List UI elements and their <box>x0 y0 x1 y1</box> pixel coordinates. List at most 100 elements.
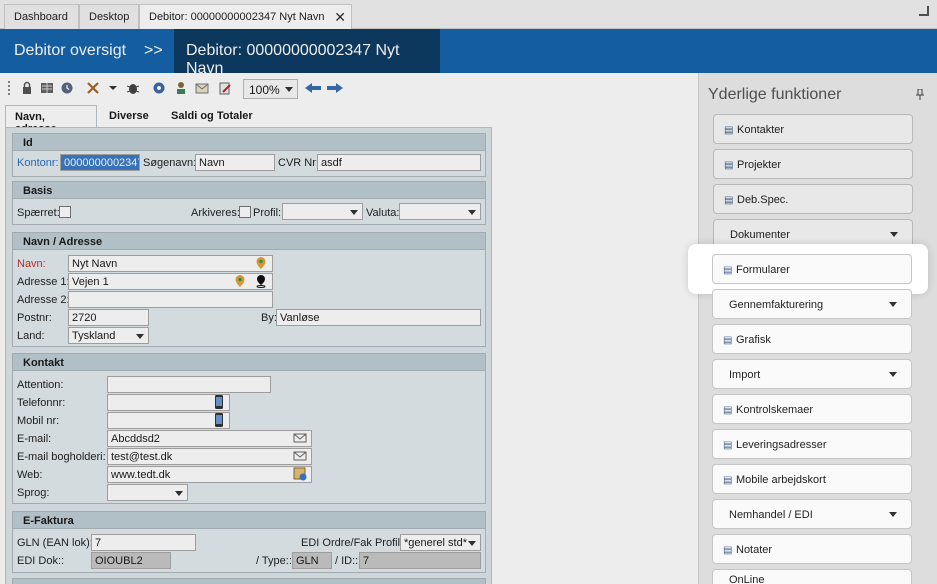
land-select[interactable]: Tyskland <box>68 327 149 344</box>
notater-button[interactable]: ▤ Notater <box>712 534 912 564</box>
by-label: By: <box>261 312 277 324</box>
arrow-left-icon[interactable] <box>304 81 322 98</box>
kontrolskemaer-button[interactable]: ▤ Kontrolskemaer <box>712 394 912 424</box>
document-icon: ▤ <box>723 545 733 556</box>
by-field[interactable]: Vanløse <box>276 309 481 326</box>
button-label: Projekter <box>737 159 782 171</box>
edi-profil-select[interactable]: *generel std* <box>400 534 481 551</box>
section-title: Id <box>13 134 485 151</box>
attention-field[interactable] <box>107 376 271 393</box>
formularer-button[interactable]: ▤ Formularer <box>712 254 912 284</box>
email-field[interactable]: Abcddsd2 <box>107 430 312 447</box>
soegenavn-field[interactable]: Navn <box>195 154 275 171</box>
attention-label: Attention: <box>17 379 64 391</box>
form-area: Id Kontonr: 0000000002347 Søgenavn: Navn… <box>5 127 492 584</box>
kontonr-field[interactable]: 0000000002347 <box>60 154 140 171</box>
projekter-button[interactable]: ▤ Projekter <box>713 149 913 179</box>
zoom-select[interactable]: 100% <box>243 79 298 99</box>
mail-icon[interactable] <box>293 431 307 445</box>
import-dropdown[interactable]: Import <box>712 359 912 389</box>
navn-field[interactable]: Nyt Navn <box>68 255 273 272</box>
online-dropdown[interactable]: OnLine <box>712 569 912 584</box>
grafisk-button[interactable]: ▤ Grafisk <box>712 324 912 354</box>
valuta-select[interactable] <box>399 203 481 220</box>
breadcrumb-separator: >> <box>144 42 163 59</box>
chevron-down-icon <box>889 512 897 517</box>
document-icon: ▤ <box>724 125 734 136</box>
close-icon[interactable]: ✕ <box>334 9 346 26</box>
mail-icon[interactable] <box>195 81 209 95</box>
phone-icon[interactable] <box>212 395 226 409</box>
postnr-field[interactable]: 2720 <box>68 309 149 326</box>
document-icon: ▤ <box>724 195 734 206</box>
spaerret-label: Spærret: <box>17 207 60 219</box>
lock-icon[interactable] <box>20 81 34 95</box>
telefon-label: Telefonnr: <box>17 397 66 409</box>
arrow-right-icon[interactable] <box>326 81 344 98</box>
breadcrumb: Debitor oversigt >> Debitor: 00000000002… <box>0 29 937 77</box>
bug-icon[interactable] <box>126 81 140 95</box>
adresse2-field[interactable] <box>68 291 273 308</box>
mobile-arbejdskort-button[interactable]: ▤ Mobile arbejdskort <box>712 464 912 494</box>
collapse-icon[interactable] <box>919 6 929 16</box>
settings-icon[interactable] <box>152 81 166 95</box>
kontakter-button[interactable]: ▤ Kontakter <box>713 114 913 144</box>
gln-label: GLN (EAN lok): <box>17 537 93 549</box>
section-adresse: Navn / Adresse Navn: Nyt Navn Adresse 1:… <box>12 232 486 347</box>
deb-spec-button[interactable]: ▤ Deb.Spec. <box>713 184 913 214</box>
zoom-value: 100% <box>249 83 280 97</box>
arkiveres-label: Arkiveres: <box>191 207 240 219</box>
navn-label: Navn: <box>17 258 46 270</box>
edi-profil-label: EDI Ordre/Fak Profil: <box>301 537 404 549</box>
gln-field[interactable]: 7 <box>91 534 196 551</box>
location-icon[interactable] <box>254 274 268 288</box>
edit-note-icon[interactable] <box>218 81 232 95</box>
button-label: Formularer <box>736 264 790 276</box>
tools-icon[interactable] <box>86 81 100 95</box>
tab-label: Dashboard <box>14 11 68 23</box>
tab-diverse[interactable]: Diverse <box>100 105 158 127</box>
arkiveres-checkbox[interactable] <box>239 206 251 218</box>
document-icon: ▤ <box>723 475 733 486</box>
kontonr-label[interactable]: Kontonr: <box>17 157 59 169</box>
soegenavn-label: Søgenavn: <box>143 157 197 169</box>
tab-saldi[interactable]: Saldi og Totaler <box>162 105 262 127</box>
chevron-down-icon[interactable] <box>106 81 120 95</box>
email-bogholderi-field[interactable]: test@test.dk <box>107 448 312 465</box>
spaerret-checkbox[interactable] <box>59 206 71 218</box>
section-basis: Basis Spærret: Arkiveres: Profil: Valuta… <box>12 181 486 225</box>
nemhandel-edi-dropdown[interactable]: Nemhandel / EDI <box>712 499 912 529</box>
pin-icon[interactable] <box>915 88 925 104</box>
history-icon[interactable] <box>60 81 74 95</box>
map-pin-icon[interactable] <box>254 256 268 270</box>
postnr-label: Postnr: <box>17 312 52 324</box>
breadcrumb-parent[interactable]: Debitor oversigt <box>14 42 126 60</box>
tab-strip: Dashboard Desktop Debitor: 0000000000234… <box>0 0 937 30</box>
person-icon[interactable] <box>174 81 188 95</box>
section-efaktura: E-Faktura GLN (EAN lok): 7 EDI Ordre/Fak… <box>12 511 486 573</box>
mail-icon[interactable] <box>293 449 307 463</box>
tab-navn-adresse[interactable]: Navn, adresse <box>5 105 97 135</box>
mobil-label: Mobil nr: <box>17 415 60 427</box>
button-label: OnLine <box>729 574 765 584</box>
web-field[interactable]: www.tedt.dk <box>107 466 312 483</box>
sprog-select[interactable] <box>107 484 188 501</box>
ledger-icon[interactable] <box>40 81 54 95</box>
map-pin-icon[interactable] <box>233 274 247 288</box>
tab-debitor[interactable]: Debitor: 00000000002347 Nyt Navn ✕ <box>139 4 352 30</box>
chevron-down-icon <box>468 210 476 215</box>
profil-select[interactable] <box>282 203 363 220</box>
section-title: Kontakt <box>13 354 485 371</box>
cvr-field[interactable]: asdf <box>317 154 481 171</box>
chevron-down-icon <box>889 372 897 377</box>
button-label: Deb.Spec. <box>737 194 789 206</box>
tab-dashboard[interactable]: Dashboard <box>4 4 79 29</box>
tab-desktop[interactable]: Desktop <box>79 4 139 29</box>
section-id: Id Kontonr: 0000000002347 Søgenavn: Navn… <box>12 133 486 177</box>
phone-icon[interactable] <box>212 413 226 427</box>
email-bogholderi-label: E-mail bogholderi: <box>17 451 106 463</box>
chevron-down-icon <box>468 541 476 546</box>
gennemfakturering-dropdown[interactable]: Gennemfakturering <box>712 289 912 319</box>
leveringsadresser-button[interactable]: ▤ Leveringsadresser <box>712 429 912 459</box>
web-link-icon[interactable] <box>293 467 307 481</box>
